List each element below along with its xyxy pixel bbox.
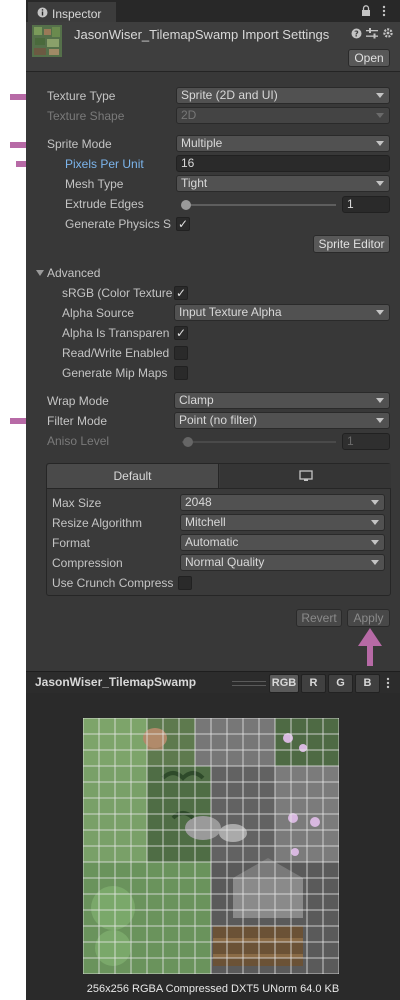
extrude-edges-label: Extrude Edges: [65, 197, 144, 211]
extrude-edges-slider[interactable]: [182, 204, 336, 206]
format-label: Format: [52, 536, 91, 550]
open-button[interactable]: Open: [348, 49, 390, 67]
channel-r-button[interactable]: R: [301, 674, 326, 693]
chevron-down-icon: [376, 141, 384, 146]
tab-default[interactable]: Default: [47, 464, 219, 488]
preview-title: JasonWiser_TilemapSwamp: [35, 675, 197, 689]
aniso-level-slider: [182, 441, 336, 443]
chevron-down-icon: [376, 398, 384, 403]
chevron-down-icon: [371, 520, 379, 525]
pixels-per-unit-label: Pixels Per Unit: [65, 157, 144, 171]
format-dropdown[interactable]: Automatic: [180, 534, 385, 551]
compression-dropdown[interactable]: Normal Quality: [180, 554, 385, 571]
srgb-label: sRGB (Color Texture: [62, 286, 173, 300]
annotation-arrow: [358, 628, 382, 666]
alpha-transparency-label: Alpha Is Transparen: [62, 326, 170, 340]
more-icon[interactable]: [386, 677, 390, 689]
extrude-edges-field[interactable]: 1: [342, 196, 390, 213]
platform-settings: Default Max Size 2048 Resize Algorithm M…: [46, 463, 391, 596]
alpha-transparency-checkbox[interactable]: ✓: [174, 326, 188, 340]
generate-physics-checkbox[interactable]: ✓: [176, 217, 190, 231]
resize-algorithm-dropdown[interactable]: Mitchell: [180, 514, 385, 531]
max-size-dropdown[interactable]: 2048: [180, 494, 385, 511]
tab-label: Inspector: [52, 7, 102, 21]
sprite-mode-label: Sprite Mode: [47, 137, 112, 151]
help-icon[interactable]: ?: [351, 28, 362, 39]
texture-thumbnail: [32, 25, 62, 57]
settings-icon[interactable]: [382, 27, 394, 39]
srgb-checkbox[interactable]: ✓: [174, 286, 188, 300]
aniso-level-slider-handle: [183, 437, 193, 447]
compression-label: Compression: [52, 556, 123, 570]
tab-bar: Inspector: [26, 0, 400, 22]
monitor-icon: [298, 470, 313, 481]
asset-header: JasonWiser_TilemapSwamp Import Settings …: [26, 22, 400, 72]
wrap-mode-label: Wrap Mode: [47, 394, 109, 408]
texture-preview: 256x256 RGBA Compressed DXT5 UNorm 64.0 …: [26, 693, 400, 1000]
alpha-source-dropdown[interactable]: Input Texture Alpha: [174, 304, 390, 321]
filter-mode-dropdown[interactable]: Point (no filter): [174, 412, 390, 429]
svg-text:?: ?: [354, 30, 359, 39]
preview-toolbar: JasonWiser_TilemapSwamp RGB R G B: [26, 671, 400, 693]
crunch-label: Use Crunch Compress: [52, 576, 174, 590]
texture-type-label: Texture Type: [47, 89, 116, 103]
asset-title: JasonWiser_TilemapSwamp Import Settings: [74, 27, 330, 42]
generate-physics-label: Generate Physics S: [65, 217, 172, 231]
advanced-header[interactable]: Advanced: [47, 266, 100, 280]
chevron-down-icon: [371, 560, 379, 565]
chevron-down-icon: [376, 418, 384, 423]
texture-info: 256x256 RGBA Compressed DXT5 UNorm 64.0 …: [86, 983, 340, 995]
wrap-mode-dropdown[interactable]: Clamp: [174, 392, 390, 409]
tab-standalone[interactable]: [220, 464, 391, 488]
revert-button[interactable]: Revert: [296, 609, 342, 627]
apply-button[interactable]: Apply: [347, 609, 390, 627]
lock-icon[interactable]: [361, 5, 371, 17]
read-write-checkbox[interactable]: [174, 346, 188, 360]
channel-b-button[interactable]: B: [355, 674, 380, 693]
mip-maps-checkbox[interactable]: [174, 366, 188, 380]
sprite-mode-dropdown[interactable]: Multiple: [176, 135, 390, 152]
pixels-per-unit-field[interactable]: 16: [176, 155, 390, 172]
mesh-type-label: Mesh Type: [65, 177, 124, 191]
filter-mode-label: Filter Mode: [47, 414, 108, 428]
aniso-level-label: Aniso Level: [47, 434, 110, 448]
chevron-down-icon: [376, 181, 384, 186]
chevron-down-icon: [376, 93, 384, 98]
drag-handle[interactable]: [232, 681, 266, 686]
texture-shape-dropdown: 2D: [176, 107, 390, 124]
sprite-editor-button[interactable]: Sprite Editor: [313, 235, 390, 253]
channel-g-button[interactable]: G: [328, 674, 353, 693]
chevron-down-icon: [371, 500, 379, 505]
alpha-source-label: Alpha Source: [62, 306, 135, 320]
chevron-down-icon: [371, 540, 379, 545]
aniso-level-field: 1: [342, 433, 390, 450]
tilemap-preview-image: [83, 718, 339, 974]
channel-rgb-button[interactable]: RGB: [269, 674, 299, 693]
chevron-down-icon: [376, 310, 384, 315]
texture-shape-label: Texture Shape: [47, 109, 125, 123]
extrude-edges-slider-handle[interactable]: [181, 200, 191, 210]
mesh-type-dropdown[interactable]: Tight: [176, 175, 390, 192]
inspector-panel: Inspector JasonWiser_TilemapSwamp Import…: [26, 0, 400, 1000]
mip-maps-label: Generate Mip Maps: [62, 366, 168, 380]
tab-inspector[interactable]: Inspector: [28, 2, 116, 22]
chevron-down-icon: [376, 113, 384, 118]
resize-algorithm-label: Resize Algorithm: [52, 516, 143, 530]
more-icon[interactable]: [382, 5, 386, 17]
foldout-arrow-icon[interactable]: [36, 269, 44, 277]
info-icon: [37, 7, 48, 18]
read-write-label: Read/Write Enabled: [62, 346, 170, 360]
platform-tab-divider: [47, 488, 390, 489]
crunch-checkbox[interactable]: [178, 576, 192, 590]
presets-icon[interactable]: [366, 28, 378, 39]
texture-type-dropdown[interactable]: Sprite (2D and UI): [176, 87, 390, 104]
max-size-label: Max Size: [52, 496, 102, 510]
